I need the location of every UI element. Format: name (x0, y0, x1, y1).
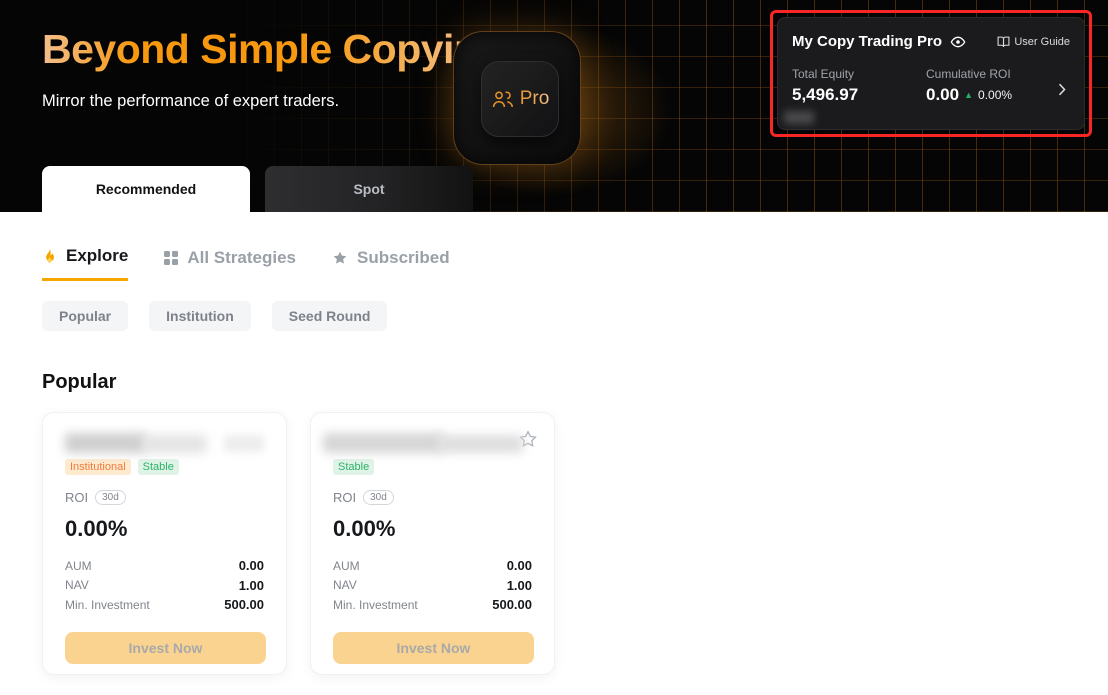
section-title-popular: Popular (42, 371, 1108, 394)
metric-label: NAV (333, 578, 357, 592)
redacted-strategy-name (65, 433, 264, 455)
strategy-card[interactable]: Institutional Stable ROI 30d 0.00% AUM 0… (42, 412, 287, 675)
cumulative-roi-delta: 0.00% (978, 88, 1012, 102)
metric-value: 0.00 (239, 558, 264, 573)
metric-label: NAV (65, 578, 89, 592)
roi-row: ROI 30d (65, 490, 264, 505)
people-icon (491, 90, 515, 109)
blur-block (224, 435, 264, 452)
up-triangle-icon: ▲ (964, 90, 973, 100)
roi-value: 0.00% (333, 516, 532, 542)
tab-spot-label: Spot (353, 181, 384, 197)
strategy-card[interactable]: Stable ROI 30d 0.00% AUM 0.00 NAV 1.00 (310, 412, 555, 675)
blur-block (437, 435, 523, 453)
hero-header: Beyond Simple Copying Mirror the perform… (0, 0, 1108, 212)
book-icon (997, 36, 1010, 48)
user-guide-link[interactable]: User Guide (997, 36, 1070, 48)
pro-logo-label: Pro (520, 88, 550, 110)
pro-app-logo: Pro (453, 31, 581, 165)
cumulative-roi-value: 0.00 (926, 85, 959, 105)
metric-label: AUM (65, 559, 92, 573)
account-summary-panel[interactable]: My Copy Trading Pro User Guide (777, 17, 1085, 130)
metrics-list: AUM 0.00 NAV 1.00 Min. Investment 500.00 (333, 556, 532, 615)
roi-value: 0.00% (65, 516, 264, 542)
pro-logo-tile: Pro (481, 61, 559, 137)
metric-row-min-investment: Min. Investment 500.00 (333, 595, 532, 615)
roi-label: ROI (65, 490, 88, 505)
total-equity-value: 5,496.97 (792, 85, 926, 105)
blur-block (323, 433, 443, 453)
metric-label: Min. Investment (333, 598, 418, 612)
metric-value: 1.00 (239, 578, 264, 593)
total-equity-label: Total Equity (792, 67, 926, 81)
roi-label: ROI (333, 490, 356, 505)
invest-now-button[interactable]: Invest Now (333, 632, 534, 664)
copy-trading-page: Beyond Simple Copying Mirror the perform… (0, 0, 1108, 695)
grid-icon (164, 251, 178, 265)
metrics-list: AUM 0.00 NAV 1.00 Min. Investment 500.00 (65, 556, 264, 615)
redacted-strategy-name (333, 433, 532, 455)
chevron-right-icon[interactable] (1058, 83, 1066, 96)
page-subtitle: Mirror the performance of expert traders… (42, 92, 339, 111)
tab-subscribed-label: Subscribed (357, 248, 450, 268)
content-area: Explore All Strategies (0, 212, 1108, 695)
filter-chip-row: Popular Institution Seed Round (42, 301, 1108, 331)
metric-value: 500.00 (492, 597, 532, 612)
strategy-nav-tabs: Explore All Strategies (42, 246, 1108, 281)
tab-explore-label: Explore (66, 246, 128, 266)
tab-all-strategies-label: All Strategies (187, 248, 296, 268)
star-icon (332, 250, 348, 266)
chip-institution[interactable]: Institution (149, 301, 251, 331)
tab-recommended-label: Recommended (96, 181, 196, 197)
chip-popular[interactable]: Popular (42, 301, 128, 331)
metric-label: AUM (333, 559, 360, 573)
roi-row: ROI 30d (333, 490, 532, 505)
metric-value: 0.00 (507, 558, 532, 573)
tab-subscribed[interactable]: Subscribed (332, 246, 450, 281)
eye-icon[interactable] (950, 36, 966, 48)
cumulative-roi-label: Cumulative ROI (926, 67, 1012, 81)
tab-explore[interactable]: Explore (42, 246, 128, 281)
blur-block (143, 435, 207, 453)
metric-value: 500.00 (224, 597, 264, 612)
tab-all-strategies[interactable]: All Strategies (164, 246, 296, 281)
flame-icon (42, 248, 57, 265)
invest-now-button[interactable]: Invest Now (65, 632, 266, 664)
tag-stable: Stable (333, 459, 374, 475)
strategy-card-list: Institutional Stable ROI 30d 0.00% AUM 0… (42, 412, 1108, 675)
roi-period-badge: 30d (363, 490, 394, 505)
tag-stable: Stable (138, 459, 179, 475)
page-title: Beyond Simple Copying (42, 26, 503, 73)
metric-row-aum: AUM 0.00 (333, 556, 532, 576)
metric-row-min-investment: Min. Investment 500.00 (65, 595, 264, 615)
blur-block (65, 433, 147, 453)
roi-period-badge: 30d (95, 490, 126, 505)
metric-label: Min. Investment (65, 598, 150, 612)
redacted-badge (784, 111, 814, 124)
tab-spot[interactable]: Spot (265, 166, 473, 212)
metric-row-nav: NAV 1.00 (333, 576, 532, 596)
metric-value: 1.00 (507, 578, 532, 593)
tag-row: Stable (333, 459, 532, 475)
tag-institutional: Institutional (65, 459, 131, 475)
tag-row: Institutional Stable (65, 459, 264, 475)
account-panel-title: My Copy Trading Pro (792, 33, 942, 50)
user-guide-label: User Guide (1014, 36, 1070, 48)
metric-row-nav: NAV 1.00 (65, 576, 264, 596)
tab-recommended[interactable]: Recommended (42, 166, 250, 212)
chip-seed-round[interactable]: Seed Round (272, 301, 388, 331)
metric-row-aum: AUM 0.00 (65, 556, 264, 576)
